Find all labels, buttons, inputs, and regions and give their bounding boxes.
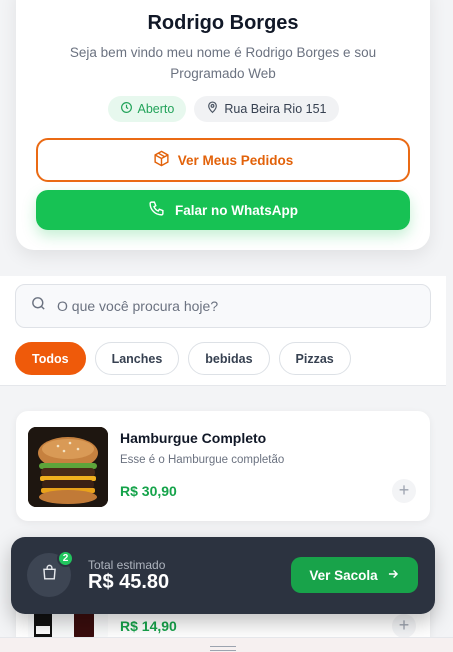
view-bag-label: Ver Sacola — [309, 567, 378, 583]
product-image-burger — [28, 427, 108, 507]
cart-total-label: Total estimado — [88, 558, 166, 572]
bottom-sheet-strip — [0, 637, 453, 652]
view-bag-button[interactable]: Ver Sacola — [291, 557, 418, 593]
store-description: Seja bem vindo meu nome é Rodrigo Borges… — [69, 45, 377, 81]
tab-pizzas[interactable]: Pizzas — [278, 342, 351, 375]
product-price: R$ 14,90 — [120, 618, 177, 634]
clock-icon — [120, 101, 133, 117]
whatsapp-button[interactable]: Falar no WhatsApp — [36, 190, 410, 230]
cart-total-value: R$ 45.80 — [88, 571, 170, 593]
tab-bebidas[interactable]: bebidas — [188, 342, 270, 375]
category-tabs: Todos Lanches bebidas Pizzas — [15, 342, 351, 375]
product-name: Hamburgue Completo — [120, 430, 267, 446]
package-icon — [153, 150, 170, 170]
whatsapp-label: Falar no WhatsApp — [174, 202, 298, 218]
status-label: Aberto — [137, 102, 175, 116]
arrow-right-icon — [386, 567, 400, 584]
tab-todos[interactable]: Todos — [15, 342, 86, 375]
search-box[interactable] — [15, 284, 431, 328]
phone-icon — [148, 200, 165, 220]
cart-summary-bar: 2 Total estimado R$ 45.80 Ver Sacola — [11, 537, 435, 614]
my-orders-label: Ver Meus Pedidos — [177, 152, 294, 168]
product-price: R$ 30,90 — [120, 483, 177, 499]
product-card[interactable]: Hamburgue Completo Esse é o Hamburgue co… — [16, 411, 430, 521]
drag-handle-icon[interactable] — [210, 646, 236, 651]
store-profile-card: Rodrigo Borges Seja bem vindo meu nome é… — [16, 0, 430, 250]
search-input[interactable] — [57, 298, 397, 314]
status-badge: Aberto — [107, 96, 187, 122]
shopping-bag-icon — [40, 563, 59, 587]
add-to-cart-button[interactable]: + — [392, 614, 416, 638]
cart-count-badge: 2 — [57, 550, 74, 567]
store-name: Rodrigo Borges — [147, 12, 299, 34]
address-badge: Rua Beira Rio 151 — [194, 96, 339, 122]
product-description: Esse é o Hamburgue completão — [120, 454, 285, 466]
address-label: Rua Beira Rio 151 — [224, 102, 327, 116]
map-pin-icon — [206, 101, 219, 117]
search-icon — [30, 295, 47, 317]
store-info-chips: Aberto Rua Beira Rio 151 — [16, 96, 430, 122]
filter-panel: Todos Lanches bebidas Pizzas — [0, 276, 446, 386]
tab-lanches[interactable]: Lanches — [94, 342, 180, 375]
add-to-cart-button[interactable]: + — [392, 479, 416, 503]
my-orders-button[interactable]: Ver Meus Pedidos — [36, 138, 410, 182]
